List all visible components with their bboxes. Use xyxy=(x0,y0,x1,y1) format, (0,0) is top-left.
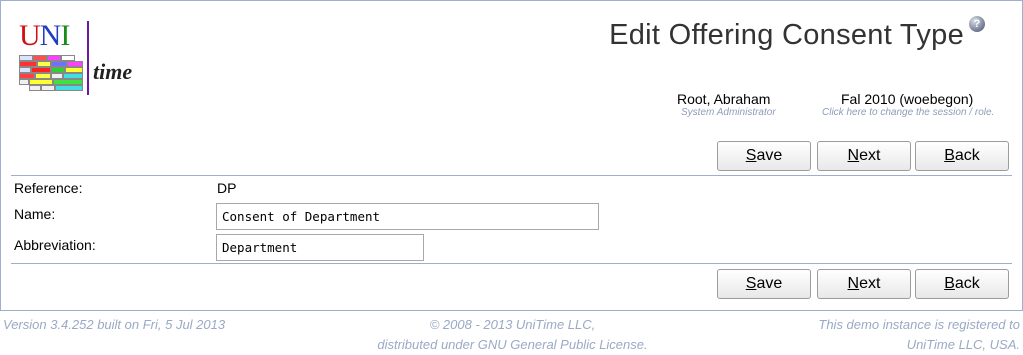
footer-copyright: © 2008 - 2013 UniTime LLC, distributed u… xyxy=(360,315,665,355)
copyright-line2: distributed under GNU General Public Lic… xyxy=(377,337,648,352)
next-button-bottom[interactable]: Next xyxy=(817,269,911,299)
abbreviation-label: Abbreviation: xyxy=(14,237,96,253)
main-frame: UNI time Edit Offering Consent Type ? Ro… xyxy=(0,0,1023,311)
reference-value: DP xyxy=(217,180,237,196)
version-text: Version 3.4.252 built on Fri, 5 Jul 2013 xyxy=(3,317,226,332)
name-label: Name: xyxy=(14,206,56,222)
top-divider xyxy=(11,175,1012,176)
logo-uni-text: UNI xyxy=(19,19,70,52)
user-name: Root, Abraham xyxy=(677,91,771,107)
bottom-divider xyxy=(11,263,1012,264)
logo-divider xyxy=(87,21,89,95)
footer-registration: This demo instance is registered to UniT… xyxy=(818,315,1020,355)
registered-line2: UniTime LLC, USA. xyxy=(906,337,1020,352)
abbreviation-field[interactable] xyxy=(216,234,424,261)
save-button-top[interactable]: Save xyxy=(717,141,811,171)
footer-version: Version 3.4.252 built on Fri, 5 Jul 2013 xyxy=(3,315,225,335)
save-button-bottom[interactable]: Save xyxy=(717,269,811,299)
help-icon[interactable]: ? xyxy=(969,16,985,32)
next-button-top[interactable]: Next xyxy=(817,141,911,171)
logo-timetable-grid xyxy=(17,53,85,95)
page-title: Edit Offering Consent Type xyxy=(609,19,964,51)
copyright-line1: © 2008 - 2013 UniTime LLC, xyxy=(429,317,596,332)
logo-time-text: time xyxy=(93,59,133,84)
user-role: System Administrator xyxy=(681,107,776,118)
registered-line1: This demo instance is registered to xyxy=(818,317,1020,332)
session-name[interactable]: Fal 2010 (woebegon) xyxy=(841,91,973,107)
back-button-bottom[interactable]: Back xyxy=(915,269,1009,299)
session-change-hint[interactable]: Click here to change the session / role. xyxy=(822,107,994,118)
name-field[interactable] xyxy=(216,203,599,230)
unitime-logo[interactable]: UNI time xyxy=(17,19,157,99)
back-button-top[interactable]: Back xyxy=(915,141,1009,171)
reference-label: Reference: xyxy=(14,180,83,196)
